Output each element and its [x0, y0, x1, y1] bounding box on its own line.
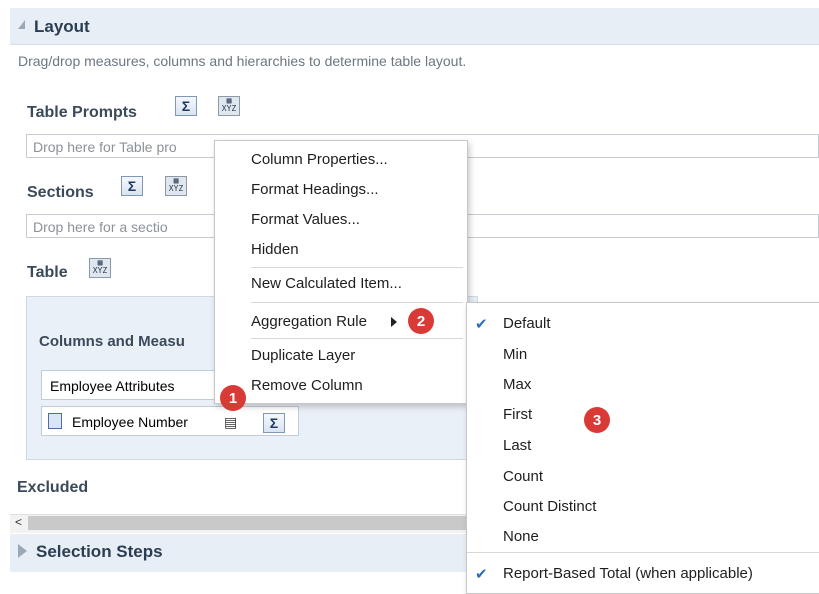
menu-aggregation-rule[interactable]: Aggregation Rule: [251, 313, 367, 330]
pivot-xyz-icon[interactable]: ▦ XYZ: [218, 96, 240, 116]
agg-last[interactable]: Last: [503, 437, 531, 454]
submenu-separator: [467, 552, 819, 553]
menu-separator: [251, 267, 463, 268]
agg-max[interactable]: Max: [503, 376, 531, 393]
menu-new-calculated-item[interactable]: New Calculated Item...: [251, 275, 402, 292]
employee-number-chip[interactable]: Employee Number: [41, 406, 299, 436]
menu-separator: [251, 338, 463, 339]
agg-default[interactable]: Default: [503, 315, 551, 332]
sigma-icon[interactable]: Σ: [121, 176, 143, 196]
columns-and-measures-label: Columns and Measu: [39, 333, 185, 350]
menu-duplicate-layer[interactable]: Duplicate Layer: [251, 347, 355, 364]
sections-label: Sections: [27, 184, 94, 201]
pivot-xyz-icon[interactable]: ▦ XYZ: [165, 176, 187, 196]
layout-title: Layout: [34, 17, 90, 36]
agg-min[interactable]: Min: [503, 346, 527, 363]
callout-badge-3: 3: [584, 407, 610, 433]
column-icon: [48, 413, 62, 429]
sigma-icon[interactable]: Σ: [263, 413, 285, 433]
menu-column-properties[interactable]: Column Properties...: [251, 151, 388, 168]
menu-separator: [251, 302, 463, 303]
layout-panel-header[interactable]: Layout: [10, 8, 819, 45]
collapse-triangle-icon[interactable]: [18, 20, 25, 29]
agg-first[interactable]: First: [503, 406, 532, 423]
checkmark-icon: ✔: [475, 566, 488, 583]
aggregation-rule-submenu: ✔ Default Min Max First Last Count Count…: [466, 302, 819, 594]
scroll-thumb[interactable]: [28, 516, 468, 530]
scroll-left-icon[interactable]: <: [15, 515, 22, 529]
table-prompts-label: Table Prompts: [27, 104, 137, 121]
submenu-arrow-icon: [391, 317, 397, 327]
expand-triangle-icon[interactable]: [18, 544, 27, 558]
callout-badge-2: 2: [408, 308, 434, 334]
agg-count[interactable]: Count: [503, 468, 543, 485]
selection-steps-title: Selection Steps: [36, 542, 163, 561]
sigma-icon[interactable]: Σ: [175, 96, 197, 116]
column-context-menu: Column Properties... Format Headings... …: [214, 140, 468, 404]
table-label: Table: [27, 264, 68, 281]
pivot-xyz-icon[interactable]: ▦ XYZ: [89, 258, 111, 278]
agg-none[interactable]: None: [503, 528, 539, 545]
menu-format-values[interactable]: Format Values...: [251, 211, 360, 228]
excluded-label: Excluded: [17, 479, 89, 496]
layout-hint: Drag/drop measures, columns and hierarch…: [18, 53, 467, 69]
menu-remove-column[interactable]: Remove Column: [251, 377, 363, 394]
agg-count-distinct[interactable]: Count Distinct: [503, 498, 596, 515]
employee-attributes-chip[interactable]: Employee Attributes: [41, 370, 231, 400]
menu-hidden[interactable]: Hidden: [251, 241, 299, 258]
callout-badge-1: 1: [220, 385, 246, 411]
column-options-icon[interactable]: ▤: [224, 414, 244, 430]
checkmark-icon: ✔: [475, 316, 488, 333]
menu-format-headings[interactable]: Format Headings...: [251, 181, 379, 198]
agg-report-based-total[interactable]: Report-Based Total (when applicable): [503, 565, 753, 582]
